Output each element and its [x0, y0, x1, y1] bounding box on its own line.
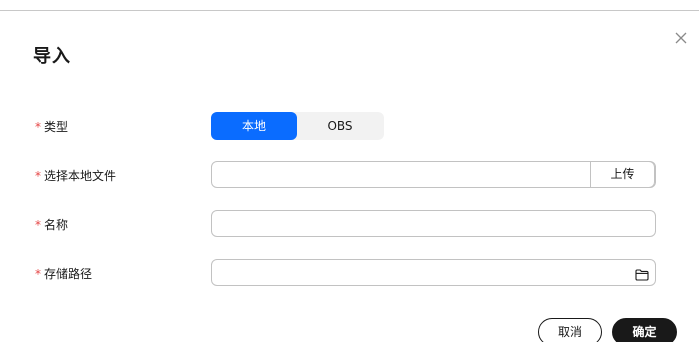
- type-option-obs[interactable]: OBS: [297, 112, 383, 140]
- type-option-local[interactable]: 本地: [211, 112, 297, 140]
- local-file-label: 选择本地文件: [44, 169, 117, 183]
- upload-button[interactable]: 上传: [590, 161, 655, 188]
- type-segmented-control: 本地 OBS: [211, 112, 384, 140]
- type-label-row: * 类型: [35, 118, 68, 135]
- name-label-row: * 名称: [35, 216, 68, 233]
- dialog-title: 导入: [33, 46, 71, 67]
- required-mark: *: [35, 218, 41, 232]
- close-icon[interactable]: [673, 30, 689, 46]
- name-input[interactable]: [211, 210, 656, 237]
- local-file-label-row: * 选择本地文件: [35, 167, 116, 184]
- cancel-button[interactable]: 取消: [538, 318, 602, 342]
- required-mark: *: [35, 169, 41, 183]
- required-mark: *: [35, 267, 41, 281]
- type-label: 类型: [44, 120, 69, 134]
- storage-path-label-row: * 存储路径: [35, 265, 92, 282]
- divider: [0, 10, 699, 11]
- confirm-button[interactable]: 确定: [612, 318, 677, 342]
- storage-path-input[interactable]: [211, 259, 656, 286]
- folder-icon[interactable]: [635, 266, 649, 281]
- local-file-field[interactable]: 上传: [211, 161, 656, 188]
- name-label: 名称: [44, 218, 69, 232]
- import-dialog: 导入 * 类型 本地 OBS * 选择本地文件 上传 * 名称 * 存储路径 取…: [0, 0, 699, 342]
- required-mark: *: [35, 120, 41, 134]
- storage-path-label: 存储路径: [44, 267, 93, 281]
